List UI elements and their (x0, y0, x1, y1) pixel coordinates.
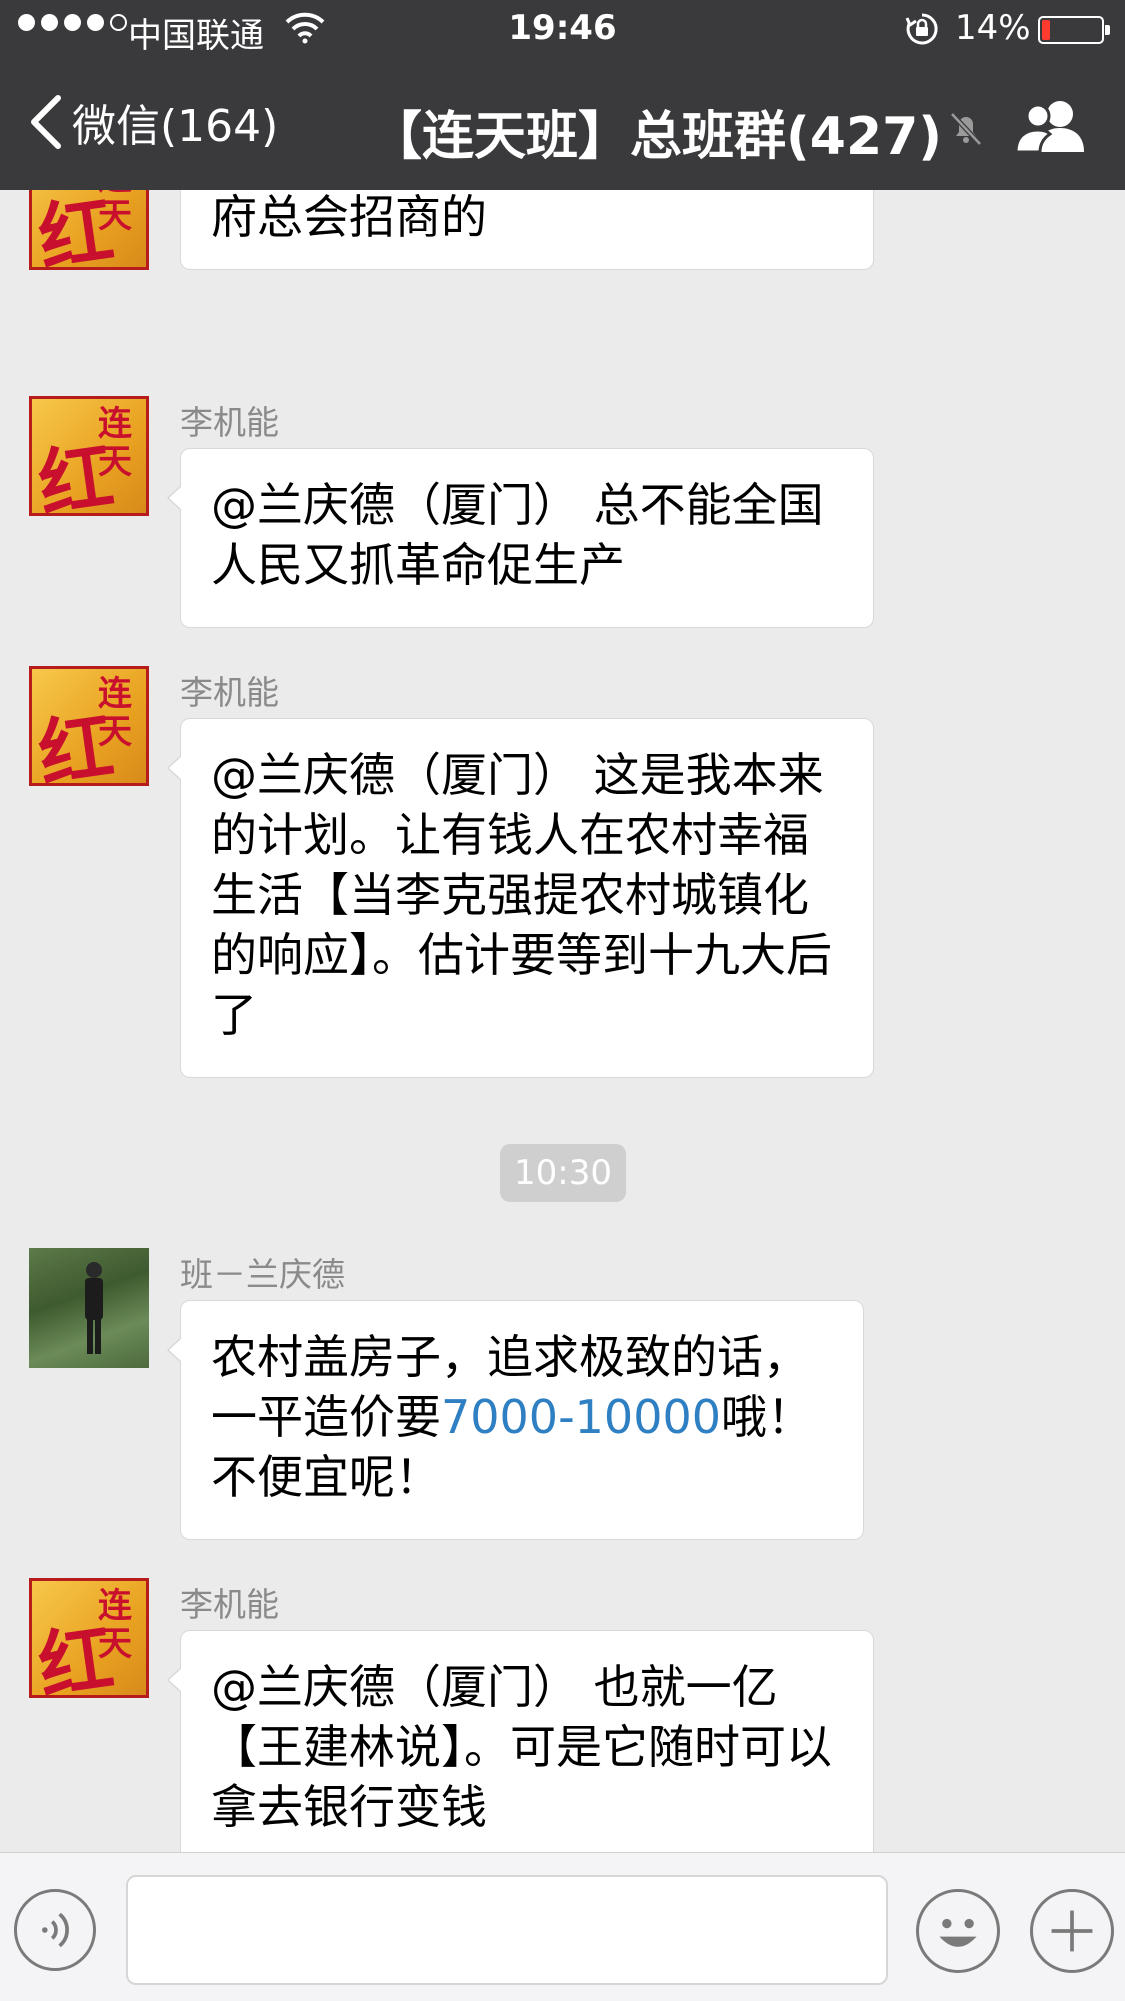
phone-number-link[interactable]: 7000-10000 (441, 1390, 721, 1444)
message-text: @兰庆德（厦门） 也就一亿【王建林说】。可是它随时可以拿去银行变钱 (211, 1660, 832, 1834)
sender-name: 班－兰庆德 (180, 1255, 345, 1294)
timestamp-divider: 10:30 (500, 1144, 626, 1202)
message-bubble[interactable]: @兰庆德（厦门） 十九大后政府总会招商的 (180, 190, 874, 270)
message-text: @兰庆德（厦门） 总不能全国人民又抓革命促生产 (211, 478, 824, 592)
message-bubble[interactable]: @兰庆德（厦门） 总不能全国人民又抓革命促生产 (167, 448, 874, 628)
message-input[interactable] (126, 1875, 888, 1985)
battery-percent: 14% (955, 8, 1031, 48)
mute-icon (946, 108, 986, 148)
message-text: @兰庆德（厦门） 这是我本来的计划。让有钱人在农村幸福生活【当李克强提农村城镇化… (211, 748, 832, 1042)
back-button[interactable]: 微信(164) (26, 90, 278, 154)
avatar[interactable]: 红 连天 (29, 666, 149, 786)
input-bar (0, 1852, 1125, 2001)
sender-name: 李机能 (180, 403, 279, 442)
group-members-icon[interactable] (1014, 98, 1088, 152)
emoji-icon[interactable] (916, 1889, 1000, 1973)
message-text: @兰庆德（厦门） 十九大后政府总会招商的 (211, 190, 487, 244)
message-bubble[interactable]: @兰庆德（厦门） 也就一亿【王建林说】。可是它随时可以拿去银行变钱 (167, 1630, 874, 1852)
avatar[interactable] (29, 1248, 149, 1368)
plus-icon[interactable] (1030, 1889, 1114, 1973)
rotation-lock-icon (905, 12, 939, 46)
sender-name: 李机能 (180, 673, 279, 712)
message-bubble[interactable]: @兰庆德（厦门） 这是我本来的计划。让有钱人在农村幸福生活【当李克强提农村城镇化… (167, 718, 874, 1078)
status-bar: 中国联通 19:46 14% (0, 0, 1125, 60)
avatar[interactable]: 红 连天 (29, 1578, 149, 1698)
chat-title: 【连天班】总班群(427) (370, 107, 943, 167)
top-bar: 中国联通 19:46 14% 微信(164) 【连天班】总班群(427) (0, 0, 1125, 190)
back-label: 微信(164) (72, 101, 279, 152)
sender-name: 李机能 (180, 1585, 279, 1624)
message-bubble[interactable]: 农村盖房子，追求极致的话，一平造价要7000-10000哦！不便宜呢！ (167, 1300, 864, 1540)
chevron-left-icon (26, 92, 66, 152)
battery-icon (1038, 16, 1110, 44)
avatar[interactable]: 红 连天 (29, 190, 149, 270)
voice-icon[interactable] (14, 1889, 96, 1971)
battery-level-fill (1042, 20, 1050, 40)
navigation-bar: 微信(164) 【连天班】总班群(427) (0, 60, 1125, 190)
chat-message-list[interactable]: 红 连天 @兰庆德（厦门） 十九大后政府总会招商的 红 连天 李机能 @兰庆德（… (0, 190, 1125, 1852)
avatar[interactable]: 红 连天 (29, 396, 149, 516)
